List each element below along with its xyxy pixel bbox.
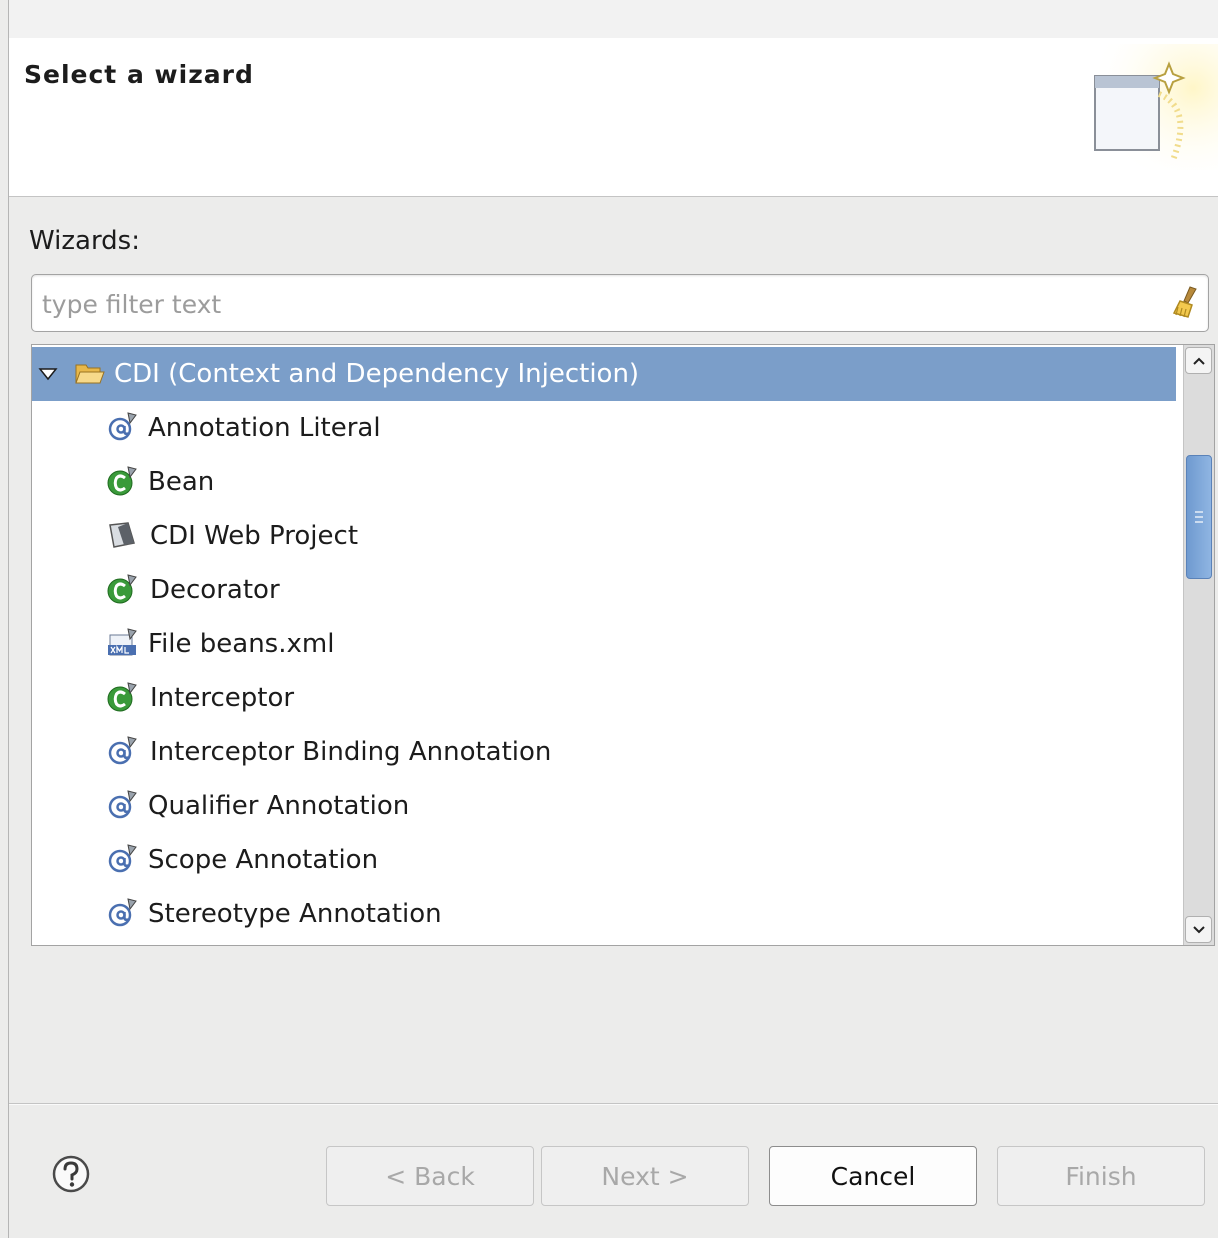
tree-item-label: Qualifier Annotation xyxy=(148,791,410,821)
annotation-icon xyxy=(106,897,138,929)
next-button[interactable]: Next > xyxy=(541,1146,749,1206)
tree-item[interactable]: Stereotype Annotation xyxy=(32,887,1176,941)
tree-item-label: File beans.xml xyxy=(148,629,335,659)
tree-item[interactable]: Scope Annotation xyxy=(32,833,1176,887)
tree-item-label: Interceptor xyxy=(150,683,295,713)
chevron-up-icon xyxy=(1192,357,1205,365)
scroll-up-button[interactable] xyxy=(1185,347,1212,374)
annotation-icon xyxy=(106,843,138,875)
tree-item[interactable]: Qualifier Annotation xyxy=(32,779,1176,833)
class-icon xyxy=(106,681,138,713)
tree-item[interactable]: Annotation Literal xyxy=(32,401,1176,455)
tree-category-label: CDI (Context and Dependency Injection) xyxy=(114,359,640,389)
scroll-down-button[interactable] xyxy=(1185,916,1212,943)
tree-item[interactable]: Interceptor Binding Annotation xyxy=(32,725,1176,779)
tree-item[interactable]: Bean xyxy=(32,455,1176,509)
clear-filter-icon[interactable] xyxy=(1170,285,1200,319)
annotation-icon xyxy=(106,735,138,767)
tree-item-label: Bean xyxy=(148,467,215,497)
page-title: Select a wizard xyxy=(24,60,254,89)
folder-open-icon xyxy=(75,364,105,384)
wizard-tree[interactable]: CDI (Context and Dependency Injection) A… xyxy=(31,344,1215,946)
filter-input[interactable] xyxy=(40,283,1164,325)
finish-button[interactable]: Finish xyxy=(997,1146,1205,1206)
title-strip xyxy=(9,0,1218,38)
grip-icon xyxy=(1195,511,1203,523)
tree-scrollbar[interactable] xyxy=(1183,345,1214,945)
class-icon xyxy=(106,573,138,605)
chevron-down-icon xyxy=(1192,925,1205,933)
tree-item[interactable]: Interceptor xyxy=(32,671,1176,725)
project-icon xyxy=(106,519,138,551)
class-icon xyxy=(106,465,138,497)
tree-item[interactable]: Decorator xyxy=(32,563,1176,617)
help-icon[interactable] xyxy=(51,1154,91,1194)
annotation-icon xyxy=(106,411,138,443)
dialog-header: Select a wizard xyxy=(9,38,1218,197)
tree-item-label: Stereotype Annotation xyxy=(148,899,442,929)
tree-item-label: Decorator xyxy=(150,575,280,605)
scroll-thumb[interactable] xyxy=(1186,455,1212,579)
footer-divider-highlight xyxy=(9,1104,1218,1105)
wizard-dialog: Select a wizard Wizards: type filter tex… xyxy=(8,0,1218,1238)
filter-box[interactable] xyxy=(31,274,1209,332)
tree-category-cdi[interactable]: CDI (Context and Dependency Injection) xyxy=(32,347,1176,401)
back-button[interactable]: < Back xyxy=(326,1146,534,1206)
tree-item[interactable]: CDI Web Project xyxy=(32,509,1176,563)
annotation-icon xyxy=(106,789,138,821)
new-wizard-banner-icon xyxy=(1089,44,1218,170)
tree-item-label: CDI Web Project xyxy=(150,521,359,551)
wizards-label: Wizards: xyxy=(29,226,140,256)
tree-item-label: Annotation Literal xyxy=(148,413,381,443)
cancel-button[interactable]: Cancel xyxy=(769,1146,977,1206)
expand-triangle-icon[interactable] xyxy=(38,364,58,384)
tree-item[interactable]: File beans.xml xyxy=(32,617,1176,671)
xml-file-icon xyxy=(106,627,138,659)
tree-item-label: Scope Annotation xyxy=(148,845,379,875)
tree-item-label: Interceptor Binding Annotation xyxy=(150,737,552,767)
